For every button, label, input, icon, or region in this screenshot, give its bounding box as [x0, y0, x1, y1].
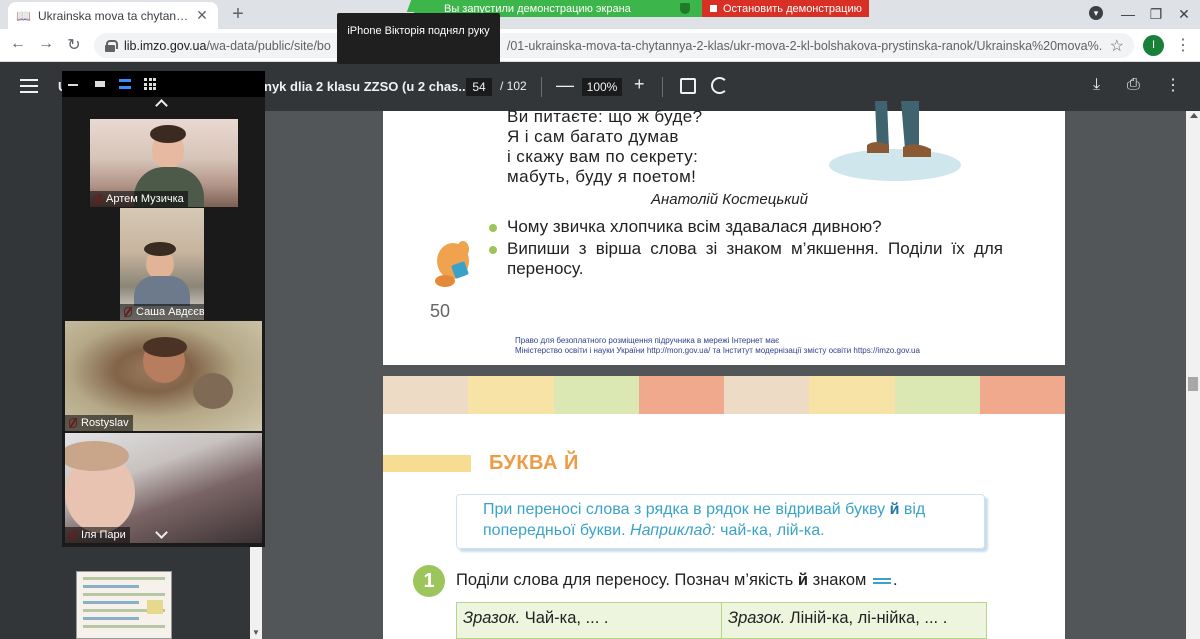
zoom-in-button[interactable]: +: [634, 74, 648, 95]
section-title: БУКВА Й: [489, 452, 579, 474]
page-total: / 102: [500, 79, 527, 93]
mascot-illustration: [435, 241, 469, 287]
scroll-up-icon[interactable]: [1190, 113, 1198, 118]
address-bar[interactable]: lib.imzo.gov.ua/wa-data/public/site/bo/0…: [94, 33, 1134, 58]
fit-page-icon[interactable]: [680, 78, 696, 94]
pdf-page-51: БУКВА Й При переносі слова з рядка в ряд…: [383, 376, 1065, 639]
stripe-segment: [638, 376, 724, 414]
page-number: 50: [430, 301, 451, 321]
table-cell: Зразок. Чай-ка, ... .: [463, 609, 609, 627]
book-icon: 📖: [16, 8, 31, 23]
url-text: lib.imzo.gov.ua/wa-data/public/site/bo/0…: [124, 38, 1102, 53]
zoom-out-button[interactable]: —: [556, 75, 574, 96]
stop-share-label: Остановить демонстрацию: [723, 2, 862, 15]
pdf-title: nyk dlia 2 klasu ZZSO (u 2 chas...: [264, 79, 470, 94]
print-icon[interactable]: ⎙: [1127, 76, 1140, 94]
restore-icon[interactable]: ❐: [1146, 6, 1166, 23]
stripe-segment: [979, 376, 1065, 414]
browser-toolbar: ← → ↻ lib.imzo.gov.ua/wa-data/public/sit…: [0, 29, 1200, 62]
poem-line: Я і сам багато думав: [507, 127, 679, 146]
speaker-view-icon[interactable]: [119, 79, 131, 89]
scroll-thumb[interactable]: [1188, 377, 1198, 391]
divider: [662, 77, 663, 97]
chevron-up-icon[interactable]: [155, 99, 168, 112]
rotate-icon[interactable]: [711, 77, 728, 94]
screen: 📖 Ukrainska mova ta chytannia_pid... ✕ +…: [0, 0, 1200, 639]
tab-search-icon[interactable]: ▾: [1089, 6, 1103, 20]
stripe-segment: [383, 376, 469, 414]
softness-mark-icon: [873, 577, 891, 584]
divider: [541, 77, 542, 97]
poem-author: Анатолій Костецький: [651, 191, 808, 208]
document-scrollbar[interactable]: [1186, 111, 1200, 639]
browser-tab[interactable]: 📖 Ukrainska mova ta chytannia_pid... ✕: [8, 2, 218, 29]
task-text: Поділи слова для переносу. Познач м’якіс…: [456, 571, 898, 589]
participant-name: Артем Музичка: [90, 191, 188, 207]
minimize-icon[interactable]: —: [1118, 6, 1138, 22]
poem: Ви питаєте: що ж буде? Я і сам багато ду…: [507, 107, 702, 187]
poem-line: і скажу вам по секрету:: [507, 147, 699, 166]
tab-title: Ukrainska mova ta chytannia_pid...: [38, 8, 194, 23]
color-stripe: [383, 376, 1065, 414]
stop-icon: [710, 5, 717, 12]
page-thumbnail[interactable]: [76, 571, 172, 639]
close-tab-icon[interactable]: ✕: [194, 7, 210, 24]
stripe-segment: [809, 376, 895, 414]
zoom-input[interactable]: 100%: [582, 78, 622, 96]
question-item: Чому звичка хлопчика всім здавалася дивн…: [487, 217, 1003, 237]
task-number: 1: [413, 565, 445, 597]
pdf-more-icon[interactable]: ⋮: [1165, 75, 1181, 95]
stripe-segment: [894, 376, 980, 414]
copyright-notice: Право для безоплатного розміщення підруч…: [515, 336, 920, 355]
forward-icon[interactable]: →: [36, 35, 56, 53]
poem-line: мабуть, буду я поетом!: [507, 167, 697, 186]
questions-list: Чому звичка хлопчика всім здавалася дивн…: [487, 217, 1003, 281]
stripe-segment: [553, 376, 639, 414]
participant-name: Саша Авдєєв: [120, 304, 204, 320]
gallery-view-icon[interactable]: [144, 78, 156, 90]
stripe-segment: [468, 376, 554, 414]
participant-video[interactable]: Саша Авдєєв: [120, 208, 204, 320]
video-panel-header: [62, 71, 265, 97]
chrome-menu-icon[interactable]: ⋮: [1175, 35, 1191, 55]
raised-hand-tooltip: iPhone Вікторія поднял руку: [337, 13, 500, 64]
lock-icon[interactable]: [104, 39, 118, 52]
poem-line: Ви питаєте: що ж буде?: [507, 107, 703, 126]
participant-name: Rostyslav: [65, 415, 133, 431]
participant-video[interactable]: Rostyslav: [65, 321, 262, 431]
profile-avatar[interactable]: I: [1143, 35, 1164, 56]
page-number-input[interactable]: 54: [466, 78, 492, 96]
video-panel: Артем Музичка Саша Авдєєв Rostyslav Іля …: [62, 71, 265, 547]
participant-name: Іля Пари: [65, 527, 130, 543]
participant-video[interactable]: Артем Музичка: [90, 119, 238, 207]
stop-share-button[interactable]: Остановить демонстрацию: [702, 0, 869, 17]
boy-illustration: [829, 101, 961, 181]
participant-video[interactable]: Іля Пари: [65, 433, 262, 543]
stripe-segment: [724, 376, 810, 414]
close-window-icon[interactable]: ✕: [1174, 6, 1194, 23]
single-view-icon[interactable]: [95, 81, 105, 87]
section-marker: [383, 455, 471, 472]
back-icon[interactable]: ←: [8, 35, 28, 53]
download-icon[interactable]: ⤓: [1093, 76, 1100, 94]
pdf-page-50: Ви питаєте: що ж буде? Я і сам багато ду…: [383, 101, 1065, 365]
bookmark-star-icon[interactable]: ☆: [1110, 36, 1124, 56]
task-table: Зразок. Чай-ка, ... . Зразок. Ліній-ка, …: [456, 602, 987, 639]
sidebar-menu-icon[interactable]: [20, 79, 38, 93]
minimize-video-icon[interactable]: [68, 84, 78, 86]
question-item: Випиши з вірша слова зі знаком м’якшення…: [487, 239, 1003, 279]
new-tab-button[interactable]: +: [228, 3, 248, 26]
reload-icon[interactable]: ↻: [64, 35, 84, 55]
rule-box: При переносі слова з рядка в рядок не ві…: [456, 494, 985, 549]
shield-icon: [680, 3, 690, 14]
table-cell: Зразок. Ліній-ка, лі-нійка, ... .: [721, 603, 986, 638]
